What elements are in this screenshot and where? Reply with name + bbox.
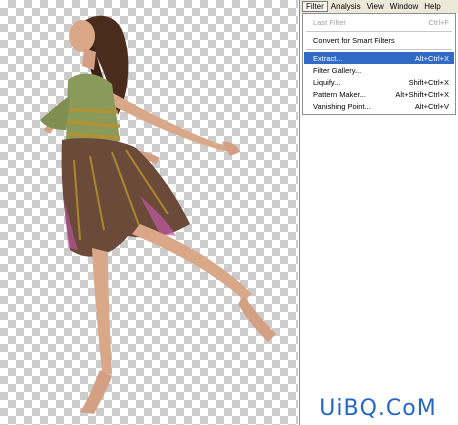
menu-item-shortcut: Shift+Ctrl+X: [408, 77, 449, 87]
menu-window[interactable]: Window: [387, 1, 421, 12]
menu-separator: [306, 31, 452, 32]
dancer-leg: [92, 248, 112, 374]
watermark-text: UiBQ.CoM: [319, 396, 437, 421]
menu-item-label: Extract...: [313, 53, 343, 63]
menu-item-filter-gallery[interactable]: Filter Gallery...: [304, 64, 454, 76]
dancer-face: [69, 20, 95, 52]
menu-item-label: Filter Gallery...: [313, 65, 362, 75]
menu-analysis[interactable]: Analysis: [328, 1, 364, 12]
menu-view[interactable]: View: [364, 1, 387, 12]
menu-item-extract[interactable]: Extract... Alt+Ctrl+X: [304, 52, 454, 64]
menu-item-shortcut: Alt+Ctrl+V: [414, 101, 449, 111]
menu-item-label: Liquify...: [313, 77, 341, 87]
menu-item-vanishing-point[interactable]: Vanishing Point... Alt+Ctrl+V: [304, 100, 454, 112]
menu-separator: [306, 49, 452, 50]
menu-item-last-filter[interactable]: Last Filter Ctrl+F: [304, 16, 454, 28]
menu-help[interactable]: Help: [421, 1, 443, 12]
menu-item-label: Vanishing Point...: [313, 101, 371, 111]
menu-item-liquify[interactable]: Liquify... Shift+Ctrl+X: [304, 76, 454, 88]
dancer-image: [40, 15, 276, 414]
menu-item-shortcut: Alt+Shift+Ctrl+X: [395, 89, 449, 99]
menu-item-shortcut: Alt+Ctrl+X: [414, 53, 449, 63]
document-canvas[interactable]: [0, 0, 298, 425]
menu-item-label: Last Filter: [313, 17, 346, 27]
menu-item-convert-smart-filters[interactable]: Convert for Smart Filters: [304, 34, 454, 46]
menu-filter[interactable]: Filter: [302, 1, 328, 12]
menu-item-label: Pattern Maker...: [313, 89, 366, 99]
menu-item-pattern-maker[interactable]: Pattern Maker... Alt+Shift+Ctrl+X: [304, 88, 454, 100]
menu-bar: Filter Analysis View Window Help: [300, 0, 458, 13]
menu-item-label: Convert for Smart Filters: [313, 35, 395, 45]
menu-item-shortcut: Ctrl+F: [428, 17, 449, 27]
filter-dropdown-menu: Last Filter Ctrl+F Convert for Smart Fil…: [302, 13, 456, 115]
